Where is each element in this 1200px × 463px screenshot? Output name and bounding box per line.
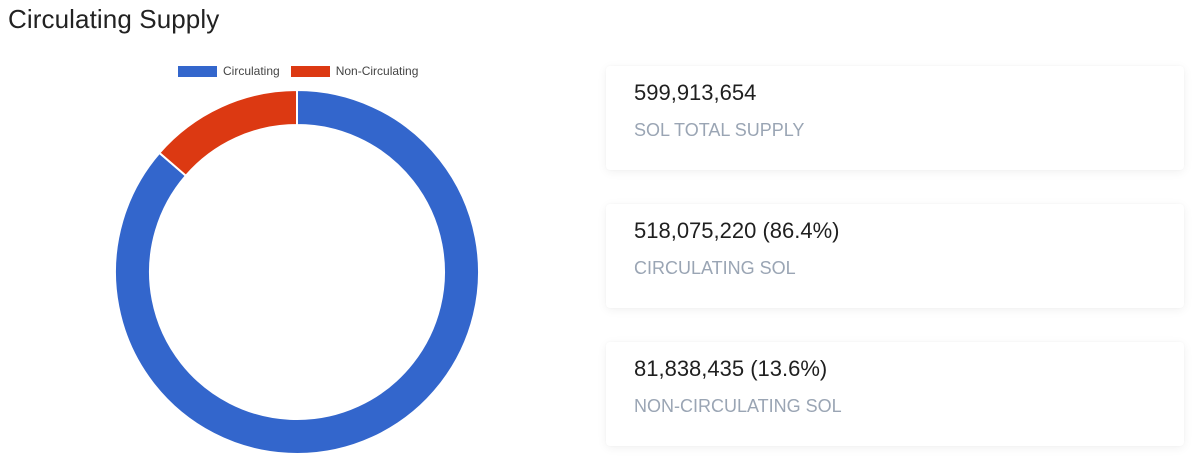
total-supply-label: SOL TOTAL SUPPLY [634,120,805,140]
stat-card-total-supply: 599,913,654 SOL TOTAL SUPPLY [606,66,1184,170]
donut-slice-non-circulating[interactable] [158,88,298,178]
circulating-value: 518,075,220 (86.4%) [634,218,840,243]
stat-card-circulating: 518,075,220 (86.4%) CIRCULATING SOL [606,204,1184,308]
circulating-label: CIRCULATING SOL [634,258,796,278]
donut-chart [114,88,480,455]
non-circulating-value: 81,838,435 (13.6%) [634,356,828,381]
total-supply-value: 599,913,654 [634,80,757,105]
stat-card-non-circulating: 81,838,435 (13.6%) NON-CIRCULATING SOL [606,342,1184,446]
non-circulating-label: NON-CIRCULATING SOL [634,396,842,416]
